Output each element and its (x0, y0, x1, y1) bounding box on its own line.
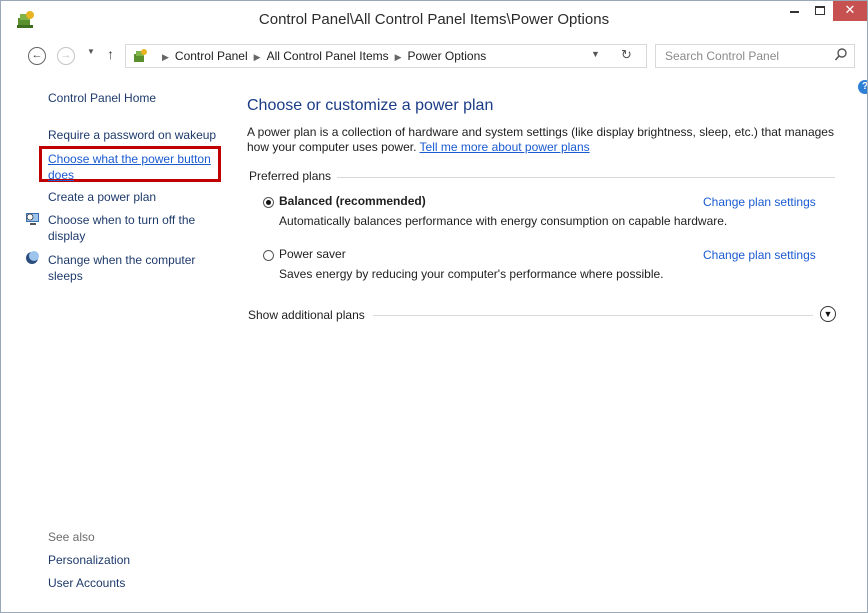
balanced-plan-radio[interactable] (263, 197, 274, 208)
power-saver-plan-radio[interactable] (263, 250, 274, 261)
expand-chevron-icon[interactable]: ▼ (820, 306, 836, 322)
power-saver-change-settings-link[interactable]: Change plan settings (703, 248, 816, 262)
power-saver-plan-name[interactable]: Power saver (279, 247, 346, 261)
minimize-button[interactable] (781, 1, 807, 21)
sidebar-item-create-plan[interactable]: Create a power plan (48, 189, 156, 205)
breadcrumb-separator-icon: ▶ (162, 52, 169, 62)
show-additional-plans[interactable]: Show additional plans (248, 308, 371, 322)
breadcrumb-control-panel[interactable]: Control Panel (175, 49, 248, 63)
forward-button[interactable]: → (57, 47, 75, 65)
refresh-icon[interactable]: ↻ (621, 47, 632, 63)
breadcrumb-power-options[interactable]: Power Options (408, 49, 487, 63)
search-placeholder: Search Control Panel (665, 49, 780, 63)
help-icon[interactable]: ? (858, 80, 867, 94)
sleep-moon-icon (26, 251, 39, 264)
recent-locations-dropdown[interactable]: ▼ (87, 47, 95, 56)
display-clock-icon (26, 213, 39, 225)
close-button[interactable]: ✕ (833, 1, 867, 21)
tell-me-more-link[interactable]: Tell me more about power plans (420, 140, 590, 154)
sidebar-item-computer-sleeps[interactable]: Change when the computer sleeps (48, 252, 218, 284)
see-also-user-accounts[interactable]: User Accounts (48, 575, 125, 591)
breadcrumb-all-items[interactable]: All Control Panel Items (267, 49, 389, 63)
address-dropdown-icon[interactable]: ▼ (591, 49, 600, 59)
page-description: A power plan is a collection of hardware… (247, 125, 847, 155)
back-arrow-icon: ← (31, 49, 43, 61)
minimize-icon (789, 10, 799, 13)
search-icon[interactable] (834, 47, 848, 63)
search-input[interactable]: Search Control Panel (655, 44, 855, 68)
maximize-button[interactable] (807, 1, 833, 21)
balanced-plan-description: Automatically balances performance with … (279, 214, 728, 228)
sidebar-item-require-password[interactable]: Require a password on wakeup (48, 127, 216, 143)
balanced-plan-name[interactable]: Balanced (recommended) (279, 194, 426, 208)
sidebar-item-control-panel-home[interactable]: Control Panel Home (48, 90, 156, 106)
sidebar-item-power-button[interactable]: Choose what the power button does (48, 151, 218, 183)
balanced-change-settings-link[interactable]: Change plan settings (703, 195, 816, 209)
breadcrumb: ▶ Control Panel ▶ All Control Panel Items ▶ P… (156, 49, 486, 63)
power-saver-plan-description: Saves energy by reducing your computer's… (279, 267, 664, 281)
maximize-icon (815, 6, 825, 16)
power-options-window: Control Panel\All Control Panel Items\Po… (0, 0, 868, 613)
page-title: Choose or customize a power plan (247, 97, 494, 114)
breadcrumb-separator-icon[interactable]: ▶ (395, 52, 402, 62)
see-also-personalization[interactable]: Personalization (48, 552, 130, 568)
control-panel-icon (134, 49, 147, 62)
address-bar[interactable]: ▶ Control Panel ▶ All Control Panel Items ▶ P… (125, 44, 647, 68)
navigation-bar: ← → ▼ ↑ ▶ Control Panel ▶ All Control Panel… (1, 43, 867, 71)
see-also-heading: See also (48, 530, 95, 544)
additional-plans-divider (373, 315, 813, 316)
sidebar-item-turn-off-display[interactable]: Choose when to turn off the display (48, 212, 218, 244)
breadcrumb-separator-icon[interactable]: ▶ (254, 52, 261, 62)
title-bar: Control Panel\All Control Panel Items\Po… (1, 1, 867, 39)
up-button[interactable]: ↑ (107, 46, 114, 62)
back-button[interactable]: ← (28, 47, 46, 65)
window-title: Control Panel\All Control Panel Items\Po… (258, 11, 610, 28)
close-icon: ✕ (844, 2, 856, 17)
preferred-plans-heading: Preferred plans (249, 169, 338, 183)
forward-arrow-icon: → (60, 49, 72, 61)
